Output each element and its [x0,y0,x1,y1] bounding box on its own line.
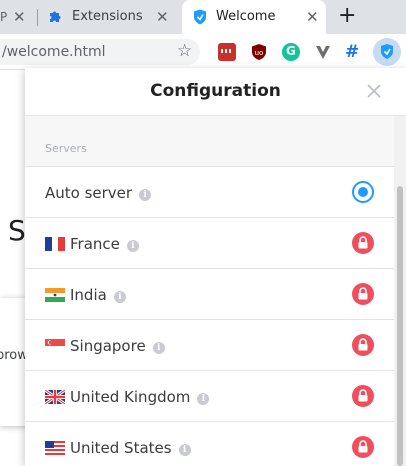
address-bar[interactable]: /welcome.html [0,39,200,65]
selected-radio-icon[interactable] [352,181,374,203]
lock-icon[interactable] [352,385,374,407]
close-icon[interactable] [366,83,382,99]
page-heading-fragment: S [8,214,26,247]
sg-flag-icon [45,339,65,353]
info-icon[interactable]: i [126,240,139,252]
server-name: France i [70,235,139,253]
server-row-india[interactable]: India i [25,269,394,320]
server-row-united-states[interactable]: United States i [25,422,394,466]
tab-welcome[interactable]: Welcome ✕ [182,0,326,34]
server-name: Singapore i [70,337,165,355]
ublock-icon[interactable]: uo [250,43,268,61]
server-row-france[interactable]: France i [25,218,394,269]
info-icon[interactable]: i [139,189,152,201]
close-icon[interactable]: ✕ [156,10,169,25]
info-icon[interactable]: i [113,291,126,303]
lock-icon[interactable] [352,232,374,254]
hotspot-shield-icon [194,9,206,25]
close-icon[interactable]: ✕ [13,10,26,25]
grammarly-icon[interactable]: G [282,43,300,61]
lock-icon[interactable] [352,283,374,305]
lock-icon[interactable] [352,334,374,356]
vimium-icon[interactable] [314,43,332,61]
server-name: United States i [70,439,191,457]
lock-icon[interactable] [352,436,374,458]
gb-flag-icon [45,390,65,404]
hash-icon[interactable]: # [345,43,363,61]
us-flag-icon [45,441,65,455]
server-list: Auto server i France i India i Singapore… [25,166,394,466]
info-icon[interactable]: i [152,342,165,354]
fr-flag-icon [45,237,65,251]
tab-label: P [0,10,8,24]
server-row-singapore[interactable]: Singapore i [25,320,394,371]
tab-partial[interactable]: P ✕ [0,0,36,34]
lastpass-icon[interactable] [218,43,236,61]
star-icon[interactable]: ☆ [177,41,192,61]
tab-strip: P ✕ Extensions ✕ Welcome ✕ + [0,0,406,34]
new-tab-button[interactable]: + [338,4,356,28]
scrollbar[interactable] [394,116,406,466]
server-name: Auto server i [45,184,152,202]
tab-label: Extensions [72,9,143,24]
popup-title: Configuration [150,81,281,101]
svg-text:uo: uo [255,49,264,57]
server-row-united-kingdom[interactable]: United Kingdom i [25,371,394,422]
info-icon[interactable]: i [197,393,210,405]
tab-extensions[interactable]: Extensions ✕ [38,0,180,34]
section-label-servers: Servers [45,142,87,155]
server-name: United Kingdom i [70,388,210,406]
puzzle-icon [50,11,61,22]
configuration-popup: Configuration Servers Auto server i Franc… [25,68,406,466]
tab-label: Welcome [216,9,276,24]
popup-header: Configuration [25,68,406,116]
server-row-auto[interactable]: Auto server i [25,167,394,218]
server-name: India i [70,286,126,304]
scrollbar-thumb[interactable] [397,186,403,466]
in-flag-icon [45,288,65,302]
browser-toolbar: /welcome.html ☆ uo G # [0,34,406,70]
hotspot-shield-icon[interactable] [373,38,401,66]
card-text-fragment: brow [0,348,28,363]
info-icon[interactable]: i [178,444,191,456]
close-icon[interactable]: ✕ [306,10,319,25]
